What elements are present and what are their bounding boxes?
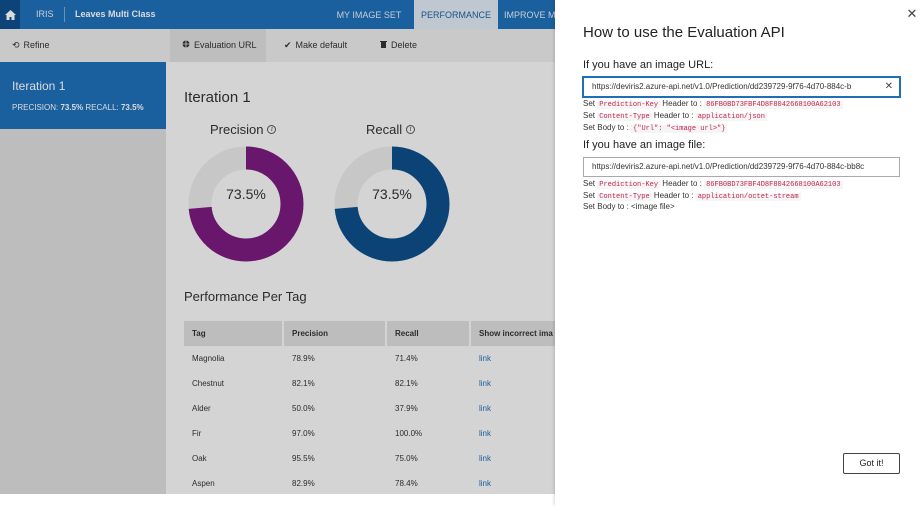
clear-icon[interactable]: ✕ [885,78,893,96]
image-file-endpoint-field[interactable]: https://deviris2.azure-api.net/v1.0/Pred… [583,157,900,177]
close-button[interactable]: ✕ [905,7,919,21]
url-body-line: Set Body to : {"Url": "<image url>"} [583,123,728,133]
prediction-key-name: Prediction-Key [597,181,661,189]
url-section-heading: If you have an image URL: [583,59,714,71]
file-key-line: Set Prediction-Key Header to : 86FB0BD73… [583,179,843,189]
prediction-key-value: 86FB0BD73FBF4D8F8042668100A62103 [704,181,843,189]
url-key-line: Set Prediction-Key Header to : 86FB0BD73… [583,99,843,109]
file-content-type-line: Set Content-Type Header to : application… [583,191,801,201]
image-file-endpoint-text: https://deviris2.azure-api.net/v1.0/Pred… [592,162,865,171]
image-url-endpoint-field[interactable]: https://deviris2.azure-api.net/v1.0/Pred… [583,77,900,97]
evaluation-api-panel: ✕ How to use the Evaluation API If you h… [555,0,922,506]
panel-title: How to use the Evaluation API [583,24,785,41]
modal-overlay[interactable] [0,0,555,494]
close-icon: ✕ [906,6,918,21]
body-value: {"Url": "<image url>"} [631,125,728,133]
file-section-heading: If you have an image file: [583,139,706,151]
content-type-name: Content-Type [597,193,652,201]
image-url-endpoint-text: https://deviris2.azure-api.net/v1.0/Pred… [592,82,852,91]
url-content-type-line: Set Content-Type Header to : application… [583,111,767,121]
content-type-name: Content-Type [597,113,652,121]
content-type-value: application/json [695,113,767,121]
body-value: <image file> [631,202,675,211]
prediction-key-value: 86FB0BD73FBF4D8F8042668100A62103 [704,101,843,109]
prediction-key-name: Prediction-Key [597,101,661,109]
file-body-line: Set Body to : <image file> [583,202,675,211]
got-it-button[interactable]: Got it! [843,453,900,474]
content-type-value: application/octet-stream [695,193,801,201]
